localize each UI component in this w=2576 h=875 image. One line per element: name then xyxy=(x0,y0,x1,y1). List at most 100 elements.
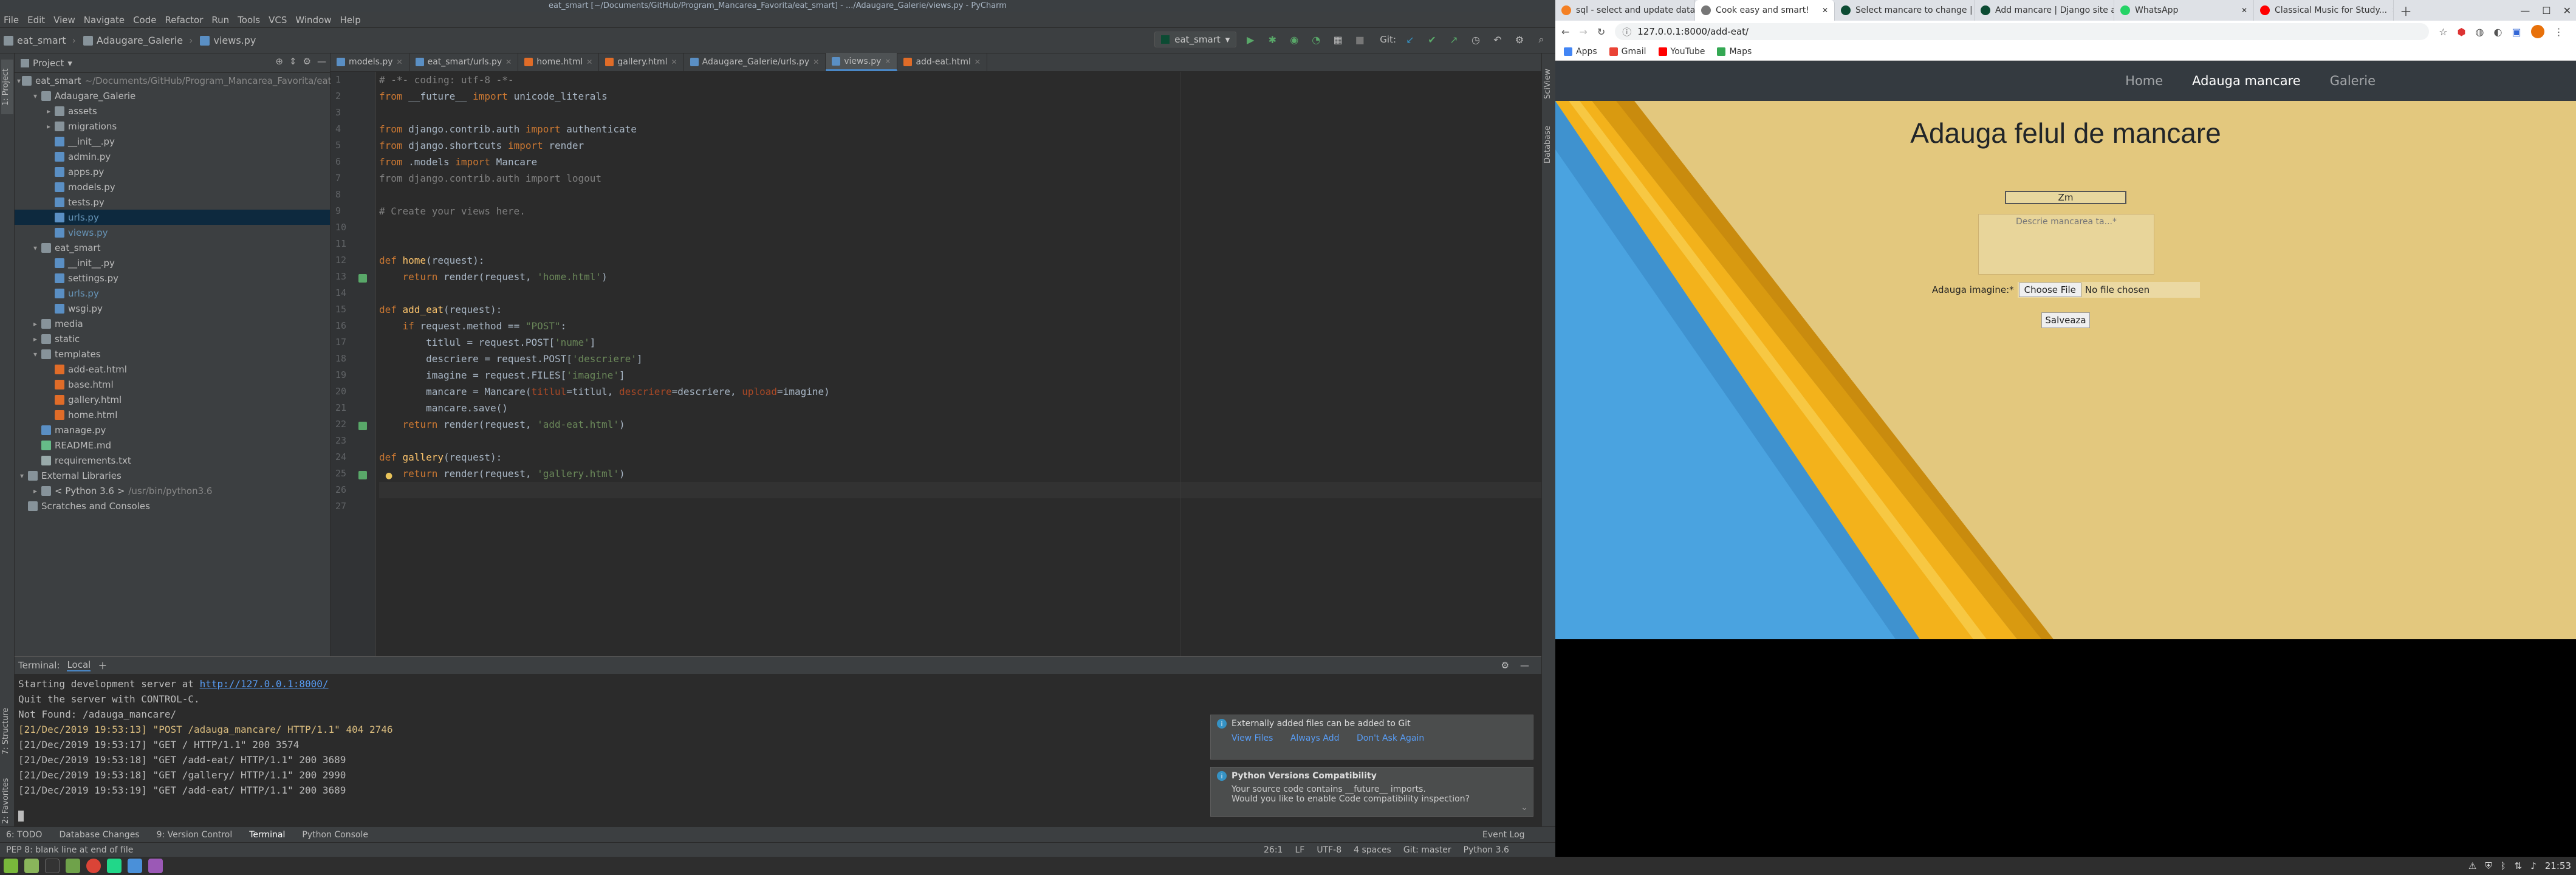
tree-item[interactable]: ▸ media xyxy=(15,316,330,331)
tree-item[interactable]: __init__.py xyxy=(15,134,330,149)
menu-item-help[interactable]: Help xyxy=(340,15,361,26)
bluetooth-icon[interactable]: ᛒ xyxy=(2501,860,2506,871)
bottom-tab[interactable]: Database Changes xyxy=(59,830,139,840)
sciview-tool-tab[interactable]: SciView xyxy=(1543,66,1555,102)
save-button[interactable]: Salveaza xyxy=(2041,312,2090,328)
bookmark-item[interactable]: Maps xyxy=(1717,47,1752,57)
close-icon[interactable]: ✕ xyxy=(813,58,819,66)
code-line[interactable]: return render(request, 'add-eat.html') xyxy=(379,416,1541,433)
app-icon[interactable] xyxy=(148,859,163,873)
tree-item[interactable]: README.md xyxy=(15,437,330,453)
git-update-icon[interactable]: ↙ xyxy=(1402,32,1418,47)
server-url-link[interactable]: http://127.0.0.1:8000/ xyxy=(200,678,329,690)
volume-icon[interactable]: ♪ xyxy=(2530,860,2537,871)
collapse-icon[interactable]: ⇕ xyxy=(289,56,297,67)
code-line[interactable]: from .models import Mancare xyxy=(379,154,1541,170)
extension-icon[interactable]: ▣ xyxy=(2512,26,2521,38)
breadcrumb-item[interactable]: views.py xyxy=(200,35,256,46)
chevron-down-icon[interactable]: ▾ xyxy=(30,350,40,359)
menu-item-code[interactable]: Code xyxy=(133,15,156,26)
close-icon[interactable]: ✕ xyxy=(671,58,677,66)
site-nav-link[interactable]: Adauga mancare xyxy=(2192,74,2301,88)
editor-tab[interactable]: eat_smart/urls.py ✕ xyxy=(409,53,519,71)
tree-item[interactable]: apps.py xyxy=(15,164,330,179)
git-push-icon[interactable]: ↗ xyxy=(1446,32,1462,47)
code-line[interactable] xyxy=(379,219,1541,236)
editor-tab[interactable]: Adaugare_Galerie/urls.py ✕ xyxy=(684,53,826,71)
favorites-tool-tab[interactable]: 2: Favorites xyxy=(1,770,13,831)
status-indicator[interactable]: 4 spaces xyxy=(1354,845,1391,855)
code-line[interactable]: from django.contrib.auth import logout xyxy=(379,170,1541,187)
chevron-down-icon[interactable]: ▾ xyxy=(30,244,40,252)
app-icon[interactable] xyxy=(128,859,142,873)
code-line[interactable] xyxy=(379,285,1541,301)
clock[interactable]: 21:53 xyxy=(2545,860,2571,871)
project-tool-tab[interactable]: 1: Project xyxy=(1,60,13,114)
bottom-tab[interactable]: Python Console xyxy=(302,830,368,840)
close-icon[interactable]: ✕ xyxy=(397,58,403,66)
menu-item-tools[interactable]: Tools xyxy=(238,15,260,26)
chevron-right-icon[interactable]: ▸ xyxy=(30,487,40,495)
bottom-tab[interactable]: Terminal xyxy=(249,830,285,840)
code-line[interactable]: # Create your views here. xyxy=(379,203,1541,219)
close-icon[interactable]: ✕ xyxy=(1822,6,1828,15)
tree-item[interactable]: add-eat.html xyxy=(15,362,330,377)
event-log-tab[interactable]: Event Log xyxy=(1482,830,1525,840)
browser-tab[interactable]: WhatsApp ✕ xyxy=(2114,0,2254,21)
code-line[interactable]: mancare = Mancare(titlul=titlul, descrie… xyxy=(379,383,1541,400)
menu-icon[interactable]: ⋮ xyxy=(2554,26,2564,38)
browser-tab[interactable]: Classical Music for Study... ✕ xyxy=(2254,0,2394,21)
code-line[interactable]: mancare.save() xyxy=(379,400,1541,416)
code-line[interactable]: return render(request, 'home.html') xyxy=(379,269,1541,285)
close-icon[interactable]: ✕ xyxy=(885,57,891,66)
menu-item-refactor[interactable]: Refactor xyxy=(165,15,203,26)
maximize-icon[interactable]: ☐ xyxy=(2542,5,2550,16)
chrome-icon[interactable] xyxy=(86,859,101,873)
run-configuration-select[interactable]: eat_smart ▾ xyxy=(1154,32,1237,47)
browser-tab[interactable]: Add mancare | Django site adm...✕ xyxy=(1975,0,2114,21)
network-icon[interactable]: ⇅ xyxy=(2515,860,2523,871)
back-icon[interactable]: ← xyxy=(1561,26,1569,38)
browser-tab[interactable]: Cook easy and smart! ✕ xyxy=(1695,0,1835,21)
choose-file-button[interactable]: Choose File xyxy=(2018,283,2081,297)
coverage-icon[interactable]: ◉ xyxy=(1286,32,1302,47)
gutter-override-icon[interactable] xyxy=(358,422,367,430)
close-icon[interactable]: ✕ xyxy=(2392,6,2393,15)
add-terminal-icon[interactable]: ＋ xyxy=(98,659,107,672)
gutter-override-icon[interactable] xyxy=(358,471,367,479)
chevron-down-icon[interactable]: ▾ xyxy=(67,58,72,69)
code-line[interactable]: imagine = request.FILES['imagine'] xyxy=(379,367,1541,383)
tree-item[interactable]: urls.py xyxy=(15,210,330,225)
code-line[interactable]: from django.contrib.auth import authenti… xyxy=(379,121,1541,137)
tree-item[interactable]: ▸ < Python 3.6 >/usr/bin/python3.6 xyxy=(15,483,330,498)
tree-item[interactable]: urls.py xyxy=(15,286,330,301)
menu-item-view[interactable]: View xyxy=(53,15,75,26)
tree-item[interactable]: tests.py xyxy=(15,194,330,210)
bookmark-item[interactable]: Apps xyxy=(1564,47,1597,57)
database-tool-tab[interactable]: Database xyxy=(1543,120,1555,169)
git-commit-icon[interactable]: ✔ xyxy=(1424,32,1440,47)
code-line[interactable] xyxy=(379,187,1541,203)
browser-tab[interactable]: sql - select and update datab...✕ xyxy=(1555,0,1695,21)
stop-icon[interactable]: ■ xyxy=(1352,32,1368,47)
terminal-icon[interactable] xyxy=(45,859,60,873)
extension-icon[interactable]: ◐ xyxy=(2494,26,2502,38)
code-line[interactable]: def add_eat(request): xyxy=(379,301,1541,318)
close-icon[interactable]: ✕ xyxy=(505,58,512,66)
close-icon[interactable]: ✕ xyxy=(975,58,981,66)
chevron-down-icon[interactable]: ▾ xyxy=(17,77,21,85)
chevron-right-icon[interactable]: ▸ xyxy=(44,107,53,115)
status-indicator[interactable]: Python 3.6 xyxy=(1464,845,1509,855)
close-icon[interactable]: ✕ xyxy=(2241,6,2247,15)
menu-item-navigate[interactable]: Navigate xyxy=(84,15,125,26)
tree-item[interactable]: ▸ migrations xyxy=(15,118,330,134)
editor-tab[interactable]: home.html ✕ xyxy=(518,53,600,71)
terminal-tab-local[interactable]: Local xyxy=(67,659,91,671)
tree-item[interactable]: base.html xyxy=(15,377,330,392)
editor-tab[interactable]: models.py ✕ xyxy=(331,53,409,71)
menu-item-vcs[interactable]: VCS xyxy=(269,15,287,26)
chevron-down-icon[interactable]: ▾ xyxy=(17,472,27,480)
bottom-tab[interactable]: 6: TODO xyxy=(6,830,42,840)
extension-icon[interactable]: ◍ xyxy=(2476,26,2484,38)
site-nav-link[interactable]: Home xyxy=(2125,74,2163,88)
